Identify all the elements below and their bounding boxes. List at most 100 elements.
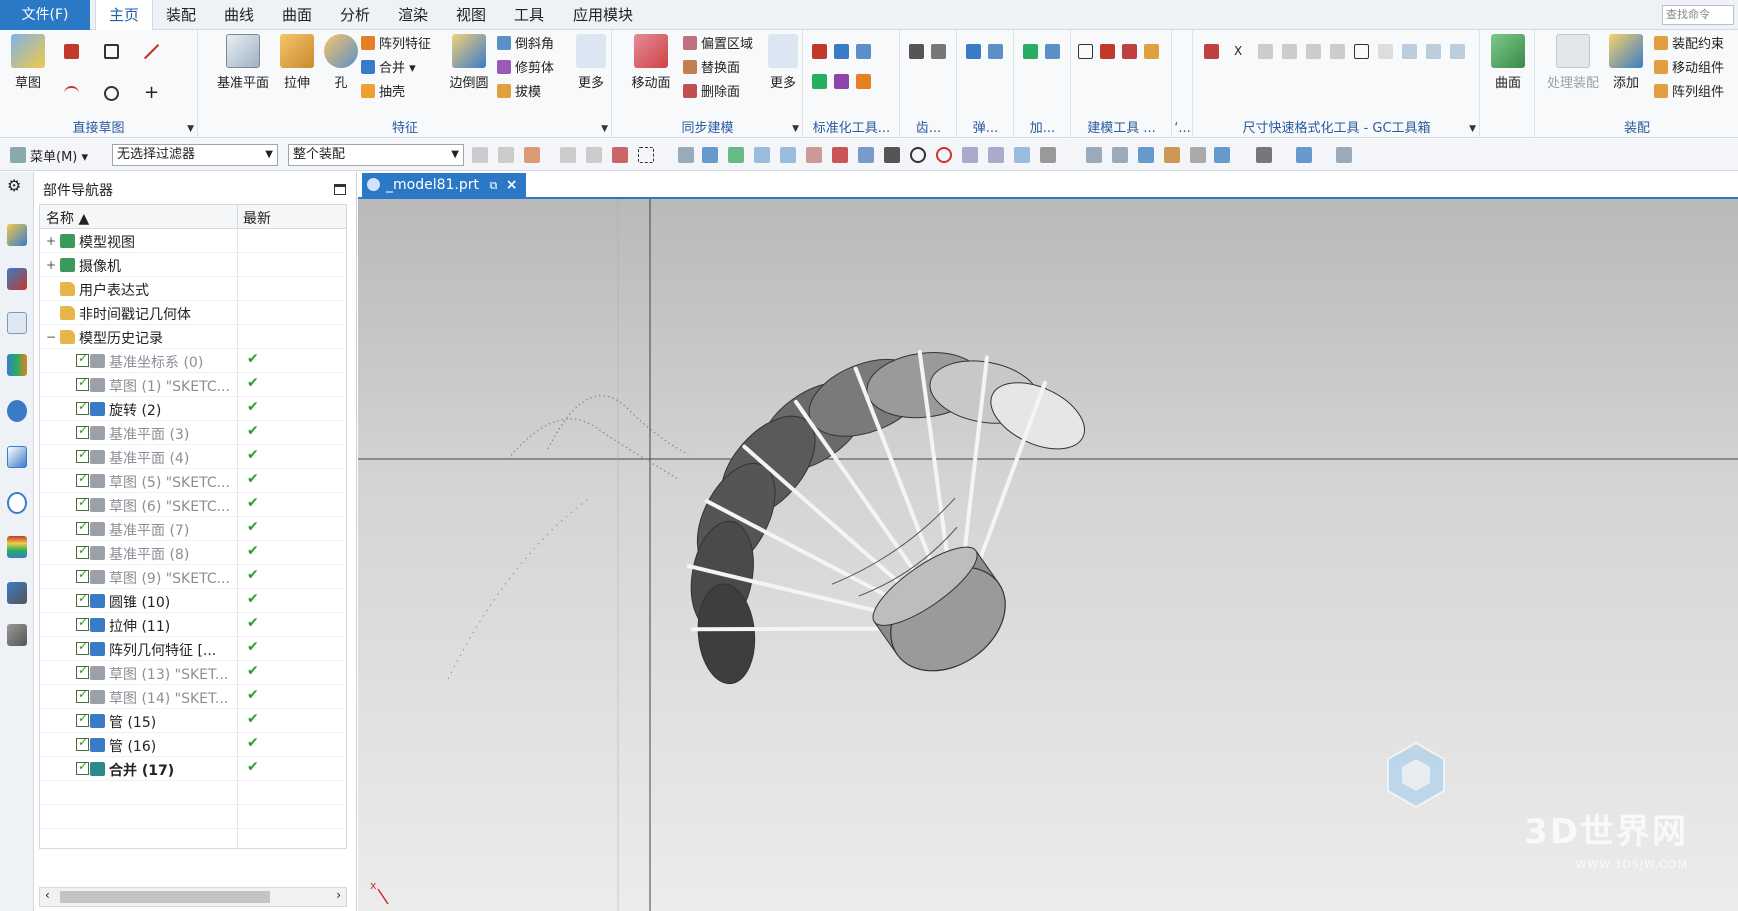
gear-icon[interactable] [909, 44, 924, 59]
expand-icon[interactable]: + [46, 258, 56, 272]
move-component-button[interactable]: 移动组件 [1654, 58, 1724, 80]
chevron-down-icon[interactable]: ▼ [1469, 124, 1476, 134]
snap-icon[interactable] [988, 147, 1004, 163]
tree-row[interactable]: 草图 (5) "SKETC... ✔ [40, 469, 346, 493]
tree-row[interactable]: 草图 (6) "SKETC... ✔ [40, 493, 346, 517]
tab-view[interactable]: 视图 [448, 0, 494, 30]
tree-row[interactable]: 草图 (9) "SKETC... ✔ [40, 565, 346, 589]
tab-applications[interactable]: 应用模块 [564, 0, 642, 30]
process-assembly-button[interactable]: 处理装配 [1542, 34, 1604, 91]
visibility-checkbox[interactable] [76, 615, 89, 631]
chevron-down-icon[interactable]: ▼ [792, 124, 799, 134]
visibility-checkbox[interactable] [76, 399, 89, 415]
tool-icon[interactable] [834, 74, 849, 89]
column-header-latest[interactable]: 最新 [243, 208, 271, 228]
roles-icon[interactable] [7, 624, 27, 646]
circle-icon[interactable] [104, 86, 119, 101]
shuttlecock-model[interactable] [594, 256, 1170, 794]
web-browser-icon[interactable] [7, 446, 27, 468]
scroll-thumb[interactable] [60, 891, 270, 903]
snap-icon[interactable] [612, 147, 628, 163]
move-face-button[interactable]: 移动面 [623, 34, 679, 91]
tab-render[interactable]: 渲染 [390, 0, 436, 30]
tree-row[interactable]: 基准平面 (4) ✔ [40, 445, 346, 469]
view-icon[interactable] [1256, 147, 1272, 163]
visibility-checkbox[interactable] [76, 375, 89, 391]
pattern-feature-button[interactable]: 阵列特征 [361, 34, 431, 56]
view-icon[interactable] [1138, 147, 1154, 163]
visibility-checkbox[interactable] [76, 759, 89, 775]
process-studio-icon[interactable] [7, 582, 27, 604]
view-icon[interactable] [1086, 147, 1102, 163]
file-menu[interactable]: 文件(F) [0, 0, 90, 30]
tree-row[interactable]: 圆锥 (10) ✔ [40, 589, 346, 613]
chamfer-button[interactable]: 倒斜角 [497, 34, 554, 56]
gear-icon[interactable]: ⚙ [7, 176, 27, 198]
tree-row[interactable]: 管 (15) ✔ [40, 709, 346, 733]
tree-row[interactable]: − 模型历史记录 [40, 325, 346, 349]
column-header-name[interactable]: 名称 ▲ [46, 208, 89, 228]
tree-row[interactable]: 草图 (13) "SKET... ✔ [40, 661, 346, 685]
replace-face-button[interactable]: 替换面 [683, 58, 740, 80]
tree-row[interactable]: 基准坐标系 (0) ✔ [40, 349, 346, 373]
tool-icon[interactable] [856, 74, 871, 89]
visibility-checkbox[interactable] [76, 351, 89, 367]
line-icon[interactable] [144, 44, 159, 59]
tree-row[interactable]: 管 (16) ✔ [40, 733, 346, 757]
dimension-icon[interactable] [1426, 44, 1441, 59]
tool-icon[interactable] [812, 74, 827, 89]
visibility-checkbox[interactable] [76, 735, 89, 751]
constraint-navigator-icon[interactable] [7, 268, 27, 290]
add-component-button[interactable]: 添加 [1602, 34, 1650, 91]
view-icon[interactable] [1164, 147, 1180, 163]
dimension-icon[interactable] [1258, 44, 1273, 59]
visibility-checkbox[interactable] [76, 543, 89, 559]
spring-icon[interactable] [988, 44, 1003, 59]
snap-icon[interactable] [884, 147, 900, 163]
box-select-icon[interactable] [638, 147, 654, 163]
tree-row[interactable]: 基准平面 (7) ✔ [40, 517, 346, 541]
document-tab[interactable]: _model81.prt ⧉ × [362, 173, 526, 197]
hole-button[interactable]: 孔 [315, 34, 367, 91]
point-icon[interactable]: + [144, 84, 159, 102]
visibility-checkbox[interactable] [76, 711, 89, 727]
gear-icon[interactable] [931, 44, 946, 59]
dimension-icon[interactable] [1204, 44, 1219, 59]
snap-icon[interactable] [586, 147, 602, 163]
profile-icon[interactable] [64, 44, 79, 59]
collapse-icon[interactable]: − [46, 330, 56, 344]
dimension-icon[interactable] [1282, 44, 1297, 59]
sync-more-button[interactable]: 更多 [761, 34, 805, 91]
snap-icon[interactable] [962, 147, 978, 163]
tree-row[interactable]: 合并 (17) ✔ [40, 757, 346, 781]
visibility-checkbox[interactable] [76, 639, 89, 655]
visibility-checkbox[interactable] [76, 495, 89, 511]
palette-icon[interactable] [7, 536, 27, 558]
tool-icon[interactable] [1100, 44, 1115, 59]
visibility-checkbox[interactable] [76, 567, 89, 583]
visibility-checkbox[interactable] [76, 471, 89, 487]
tree-row[interactable]: 阵列几何特征 [... ✔ [40, 637, 346, 661]
view-icon[interactable] [1296, 147, 1312, 163]
snap-icon[interactable] [832, 147, 848, 163]
menu-dropdown[interactable]: 菜单(M) ▾ [30, 146, 88, 165]
history-icon[interactable] [7, 492, 27, 514]
tree-row[interactable]: + 模型视图 [40, 229, 346, 253]
dimension-icon[interactable] [1306, 44, 1321, 59]
tab-surface[interactable]: 曲面 [274, 0, 320, 30]
tree-row[interactable]: 非时间戳记几何体 [40, 301, 346, 325]
tab-assembly[interactable]: 装配 [158, 0, 204, 30]
snap-icon[interactable] [780, 147, 796, 163]
snap-icon[interactable] [910, 147, 926, 163]
snap-icon[interactable] [754, 147, 770, 163]
3d-viewport[interactable]: x 3D世界网 WWW.3DSJW.COM [358, 199, 1738, 911]
snap-icon[interactable] [1014, 147, 1030, 163]
visibility-checkbox[interactable] [76, 519, 89, 535]
dimension-icon[interactable] [1450, 44, 1465, 59]
tab-home[interactable]: 主页 [95, 0, 153, 31]
shell-button[interactable]: 抽壳 [361, 82, 405, 104]
datum-plane-button[interactable]: 基准平面 [211, 34, 275, 91]
trim-body-button[interactable]: 修剪体 [497, 58, 554, 80]
tree-row[interactable]: 用户表达式 [40, 277, 346, 301]
snap-icon[interactable] [936, 147, 952, 163]
